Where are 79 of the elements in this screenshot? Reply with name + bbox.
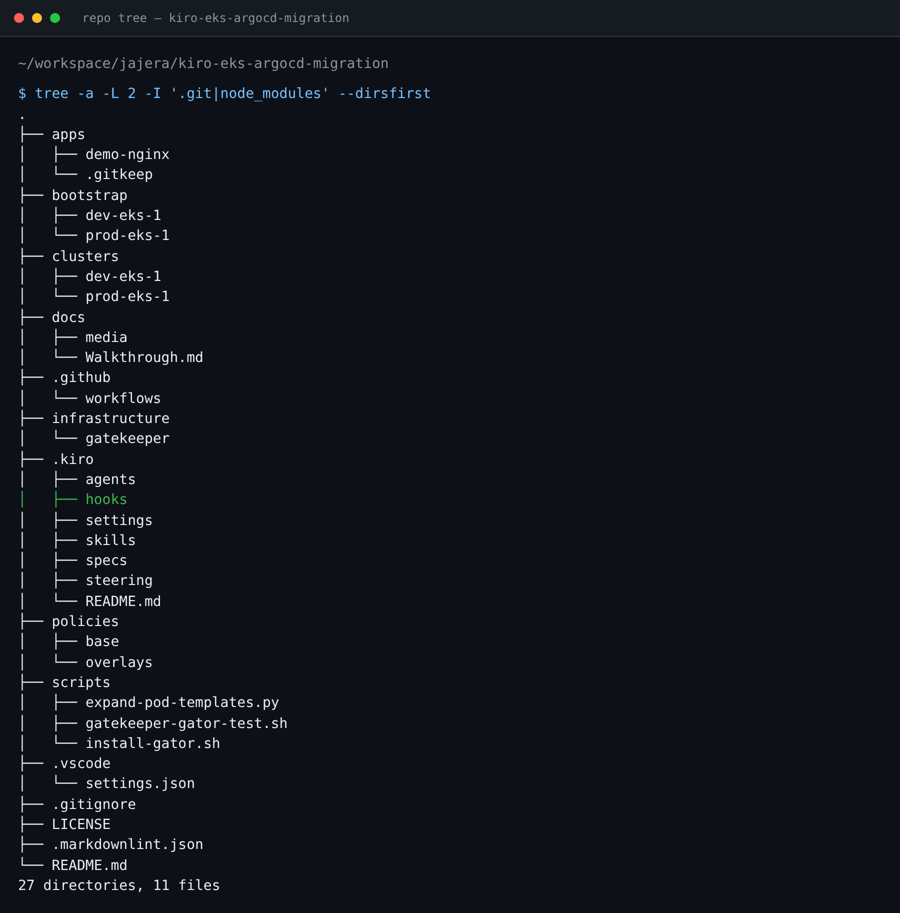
- tree-connector: │ └──: [18, 652, 78, 673]
- tree-entry: policies: [52, 613, 120, 632]
- tree-connector: │ ├──: [18, 632, 78, 652]
- tree-entry: install-gator.sh: [85, 734, 220, 754]
- tree-entry: prod-eks-1: [85, 288, 170, 308]
- tree-connector: ├──: [18, 612, 44, 632]
- command-line: $ tree -a -L 2 -I '.git|node_modules' --dirsfirst: [18, 85, 432, 104]
- tree-entry: .vscode: [52, 755, 111, 774]
- tree-connector: ├──: [18, 672, 44, 693]
- tree-connector: │ └──: [18, 226, 78, 246]
- window-title: repo tree — kiro-eks-argocd-migration: [82, 10, 350, 27]
- tree-connector: │ ├──: [18, 551, 78, 572]
- tree-entry: gatekeeper: [85, 430, 170, 450]
- tree-connector: │ └──: [18, 734, 78, 754]
- tree-connector: ├──: [18, 124, 44, 145]
- tree-connector: ├──: [18, 409, 44, 430]
- tree-connector: │ └──: [18, 429, 78, 450]
- tree-entry: LICENSE: [52, 816, 111, 835]
- tree-connector: ├──: [18, 186, 44, 206]
- tree-entry: overlays: [85, 654, 153, 673]
- tree-entry: clusters: [52, 248, 120, 267]
- tree-connector: ├──: [18, 368, 44, 388]
- tree-entry: Walkthrough.md: [85, 349, 204, 368]
- tree-entry: apps: [52, 126, 86, 145]
- tree-entry: README.md: [52, 856, 128, 876]
- tree-connector: ├──: [18, 246, 44, 267]
- tree-connector: │ ├──: [18, 530, 78, 551]
- tree-connector: │ └──: [18, 388, 78, 409]
- tree-entry: specs: [85, 552, 128, 572]
- tree-entry: agents: [85, 470, 136, 490]
- tree-connector: ├──: [18, 754, 44, 774]
- tree-connector: ├──: [18, 794, 44, 815]
- tree-entry: dev-eks-1: [85, 268, 162, 287]
- tree-connector: ├──: [18, 308, 44, 328]
- tree-entry: hooks: [85, 491, 128, 510]
- tree-connector: ├──: [18, 835, 44, 856]
- tree-entry: dev-eks-1: [85, 207, 162, 226]
- tree-entry: .kiro: [52, 450, 94, 470]
- tree-entry: expand-pod-templates.py: [85, 694, 280, 714]
- tree-connector: │ └──: [18, 165, 78, 186]
- tree-connector: │ ├──: [18, 266, 78, 287]
- tree-root: .: [18, 106, 26, 125]
- tree-entry: .gitkeep: [85, 166, 153, 186]
- tree-connector: │ ├──: [18, 714, 78, 734]
- tree-entry: scripts: [52, 674, 111, 693]
- tree-entry: gatekeeper-gator-test.sh: [85, 714, 288, 734]
- working-directory: ~/workspace/jajera/kiro-eks-argocd-migration: [18, 55, 389, 74]
- tree-connector: │ ├──: [18, 206, 78, 226]
- tree-connector: ├──: [18, 450, 44, 470]
- tree-entry: infrastructure: [52, 410, 170, 430]
- tree-entry: demo-nginx: [85, 146, 170, 166]
- tree-entry: media: [85, 328, 128, 348]
- tree-entry: skills: [85, 532, 136, 551]
- tree-entry: .gitignore: [52, 796, 136, 815]
- tree-connector: │ ├──: [18, 693, 78, 714]
- tree-entry: prod-eks-1: [85, 227, 170, 246]
- tree-connector: ├──: [18, 814, 44, 835]
- tree-connector: │ ├──: [18, 470, 78, 490]
- summary-line: 27 directories, 11 files: [18, 876, 220, 896]
- tree-entry: docs: [52, 308, 86, 328]
- tree-connector: │ ├──: [18, 145, 78, 166]
- tree-entry: steering: [85, 572, 153, 592]
- tree-entry: README.md: [85, 592, 162, 612]
- tree-connector: │ └──: [18, 348, 78, 368]
- tree-entry: workflows: [85, 390, 162, 409]
- tree-entry: settings: [85, 512, 153, 531]
- tree-entry: bootstrap: [52, 186, 128, 206]
- tree-connector: │ ├──: [18, 510, 78, 531]
- tree-entry: settings.json: [85, 775, 196, 794]
- tree-connector: │ └──: [18, 774, 78, 794]
- tree-connector: │ ├──: [18, 571, 78, 592]
- tree-connector: │ └──: [18, 592, 78, 612]
- tree-connector: │ ├──: [18, 328, 78, 348]
- tree-connector: │ ├──: [18, 490, 78, 510]
- tree-entry: base: [85, 633, 120, 652]
- tree-entry: .github: [52, 369, 111, 388]
- tree-entry: .markdownlint.json: [52, 836, 204, 856]
- tree-connector: │ └──: [18, 287, 78, 308]
- tree-connector: └──: [18, 856, 44, 876]
